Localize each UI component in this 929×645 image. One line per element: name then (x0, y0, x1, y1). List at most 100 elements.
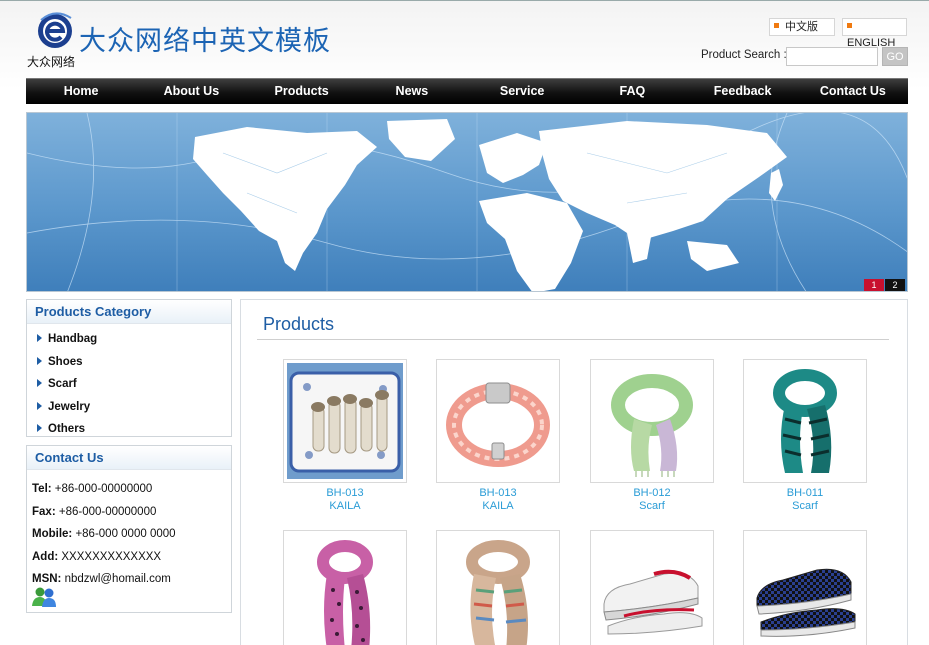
product-image-frame[interactable] (743, 359, 867, 483)
product-card[interactable]: BH-011 Scarf (743, 359, 867, 513)
teal-zebra-scarf-image (747, 363, 863, 479)
bullet-square-icon (847, 23, 852, 28)
product-card[interactable] (743, 530, 867, 645)
pink-braided-bracelet-image (440, 363, 556, 479)
category-label: Others (48, 423, 86, 435)
product-image-frame[interactable] (743, 530, 867, 645)
contact-label: MSN: (32, 573, 62, 585)
category-label: Handbag (48, 333, 98, 345)
nav-faq[interactable]: FAQ (577, 79, 687, 104)
logo-subtitle: 大众网络 (27, 55, 76, 69)
products-category-box: Products Category Handbag Shoes Scarf Je… (26, 299, 232, 437)
product-image-frame[interactable] (590, 359, 714, 483)
product-card[interactable] (590, 530, 714, 645)
nav-home[interactable]: Home (26, 79, 136, 104)
nav-contact-us[interactable]: Contact Us (798, 79, 908, 104)
contact-value: nbdzwl@homail.com (61, 573, 171, 585)
logo-e-icon (38, 12, 72, 48)
product-code[interactable]: BH-013 (283, 487, 407, 500)
contact-label: Mobile: (32, 528, 73, 540)
category-item-shoes[interactable]: Shoes (37, 351, 231, 374)
arrow-right-icon (37, 356, 42, 365)
mushroom-plate-image (287, 363, 403, 479)
contact-value: +86-000-00000000 (51, 483, 153, 495)
product-code[interactable]: BH-012 (590, 487, 714, 500)
product-card[interactable]: BH-013 KAILA (283, 359, 407, 513)
nav-about-us[interactable]: About Us (136, 79, 246, 104)
logo-title: 大众网络中英文模板 (79, 26, 331, 57)
product-image-frame[interactable] (283, 530, 407, 645)
product-card[interactable]: BH-013 KAILA (436, 359, 560, 513)
contact-us-box: Contact Us Tel: +86-000-00000000 Fax: +8… (26, 445, 232, 613)
chinese-version-label: 中文版 (785, 21, 818, 33)
striped-scarf-image (440, 534, 556, 645)
top-border (0, 0, 929, 1)
product-search-label: Product Search : (701, 49, 787, 61)
green-pastel-scarf-image (594, 363, 710, 479)
contact-details: Tel: +86-000-00000000 Fax: +86-000-00000… (27, 470, 231, 591)
heading-divider (257, 339, 889, 340)
nav-news[interactable]: News (357, 79, 467, 104)
product-search-input[interactable] (786, 47, 878, 66)
contact-msn: MSN: nbdzwl@homail.com (32, 568, 231, 591)
pink-polka-dot-scarf-image (287, 534, 403, 645)
contact-fax: Fax: +86-000-00000000 (32, 501, 231, 524)
bullet-square-icon (774, 23, 779, 28)
contact-us-title: Contact Us (35, 450, 104, 465)
product-card[interactable]: BH-012 Scarf (590, 359, 714, 513)
nav-feedback[interactable]: Feedback (688, 79, 798, 104)
search-go-button[interactable]: GO (882, 47, 908, 66)
product-card[interactable] (283, 530, 407, 645)
english-version-button[interactable]: ENGLISH (842, 18, 907, 49)
nav-service[interactable]: Service (467, 79, 577, 104)
contact-label: Add: (32, 550, 59, 563)
contact-us-header: Contact Us (27, 446, 231, 470)
product-code[interactable]: BH-013 (436, 487, 560, 500)
arrow-right-icon (37, 401, 42, 410)
product-name[interactable]: KAILA (436, 500, 560, 513)
category-item-others[interactable]: Others (37, 418, 231, 441)
product-name[interactable]: KAILA (283, 500, 407, 513)
product-image-frame[interactable] (436, 530, 560, 645)
slide-1-button[interactable]: 1 (864, 279, 884, 291)
arrow-right-icon (37, 379, 42, 387)
arrow-right-icon (37, 424, 42, 432)
products-panel: Products BH-013 KAILA BH-013 KAILA BH-01… (240, 299, 908, 645)
products-category-header: Products Category (27, 300, 231, 324)
category-label: Scarf (48, 378, 77, 390)
category-label: Jewelry (48, 400, 91, 413)
contact-tel: Tel: +86-000-00000000 (32, 478, 231, 501)
contact-label: Tel: (32, 483, 52, 495)
blue-check-sneaker-image (747, 534, 863, 645)
contact-mobile: Mobile: +86-000 0000 0000 (32, 523, 231, 546)
product-image-frame[interactable] (283, 359, 407, 483)
msn-messenger-icon[interactable] (31, 586, 57, 608)
product-card[interactable] (436, 530, 560, 645)
chinese-version-button[interactable]: 中文版 (769, 18, 835, 36)
site-logo[interactable]: 大众网络中英文模板 大众网络 (27, 10, 347, 70)
contact-value: XXXXXXXXXXXXX (58, 550, 162, 563)
product-image-frame[interactable] (590, 530, 714, 645)
nav-products[interactable]: Products (247, 79, 357, 104)
arrow-right-icon (37, 334, 42, 342)
category-label: Shoes (48, 355, 83, 368)
product-image-frame[interactable] (436, 359, 560, 483)
product-code[interactable]: BH-011 (743, 487, 867, 500)
category-item-scarf[interactable]: Scarf (37, 373, 231, 396)
white-red-sneaker-image (594, 534, 710, 645)
contact-value: +86-000-00000000 (55, 505, 157, 518)
product-name[interactable]: Scarf (743, 500, 867, 513)
contact-label: Fax: (32, 505, 56, 518)
products-category-title: Products Category (35, 304, 152, 319)
category-list: Handbag Shoes Scarf Jewelry Others (27, 324, 231, 441)
category-item-handbag[interactable]: Handbag (37, 328, 231, 351)
world-map-banner[interactable]: 1 2 (26, 112, 908, 292)
slide-2-button[interactable]: 2 (885, 279, 905, 291)
category-item-jewelry[interactable]: Jewelry (37, 396, 231, 419)
product-name[interactable]: Scarf (590, 500, 714, 513)
products-heading: Products (263, 314, 335, 334)
world-map-image (27, 113, 907, 291)
contact-address: Add: XXXXXXXXXXXXX (32, 546, 231, 569)
main-navigation: Home About Us Products News Service FAQ … (26, 78, 908, 104)
contact-value: +86-000 0000 0000 (72, 528, 176, 540)
